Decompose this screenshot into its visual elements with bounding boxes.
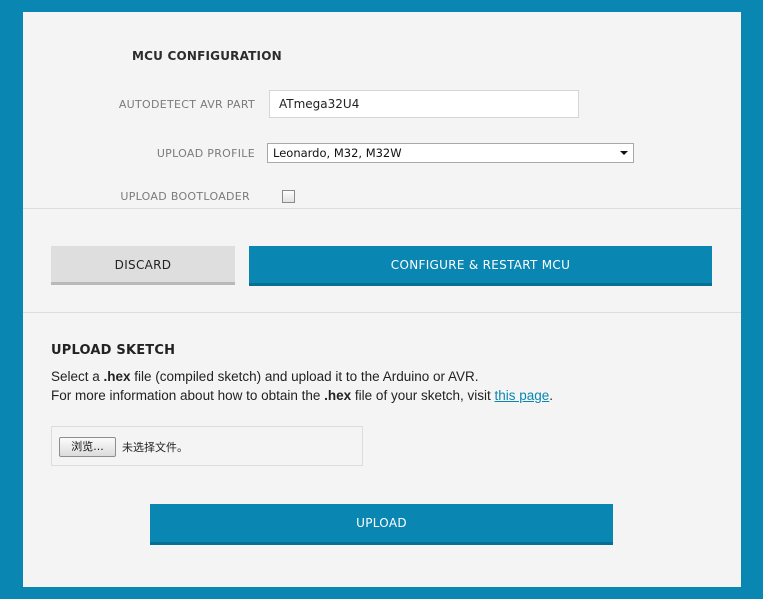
file-status-text: 未选择文件。 <box>122 441 188 454</box>
mcu-config-title: MCU CONFIGURATION <box>132 49 282 63</box>
upload-profile-value: Leonardo, M32, M32W <box>273 146 402 160</box>
divider <box>23 312 741 313</box>
file-picker: 浏览... 未选择文件。 <box>51 426 363 466</box>
browse-button[interactable]: 浏览... <box>59 437 116 457</box>
upload-profile-select[interactable]: Leonardo, M32, M32W <box>267 143 634 163</box>
desc-hex-bold: .hex <box>103 369 131 384</box>
desc-text: Select a <box>51 369 104 384</box>
upload-profile-label: UPLOAD PROFILE <box>156 147 255 160</box>
this-page-link[interactable]: this page <box>494 388 549 403</box>
autodetect-input[interactable] <box>269 90 579 118</box>
chevron-down-icon <box>620 151 628 155</box>
upload-bootloader-label: UPLOAD BOOTLOADER <box>120 190 250 203</box>
desc-text: For more information about how to obtain… <box>51 388 325 403</box>
upload-description-line2: For more information about how to obtain… <box>51 388 553 403</box>
desc-text: file (compiled sketch) and upload it to … <box>130 369 479 384</box>
main-panel: MCU CONFIGURATION AUTODETECT AVR PART UP… <box>23 12 741 587</box>
desc-text: file of your sketch, visit <box>351 388 495 403</box>
divider <box>23 208 741 209</box>
upload-bootloader-checkbox[interactable] <box>282 190 295 203</box>
desc-text: . <box>549 388 554 403</box>
autodetect-label: AUTODETECT AVR PART <box>118 98 255 111</box>
upload-button[interactable]: UPLOAD <box>150 504 613 545</box>
configure-restart-button[interactable]: CONFIGURE & RESTART MCU <box>249 246 712 286</box>
upload-sketch-title: UPLOAD SKETCH <box>51 343 176 358</box>
desc-hex-bold: .hex <box>324 388 352 403</box>
upload-description-line1: Select a .hex file (compiled sketch) and… <box>51 369 479 384</box>
discard-button[interactable]: DISCARD <box>51 246 235 285</box>
